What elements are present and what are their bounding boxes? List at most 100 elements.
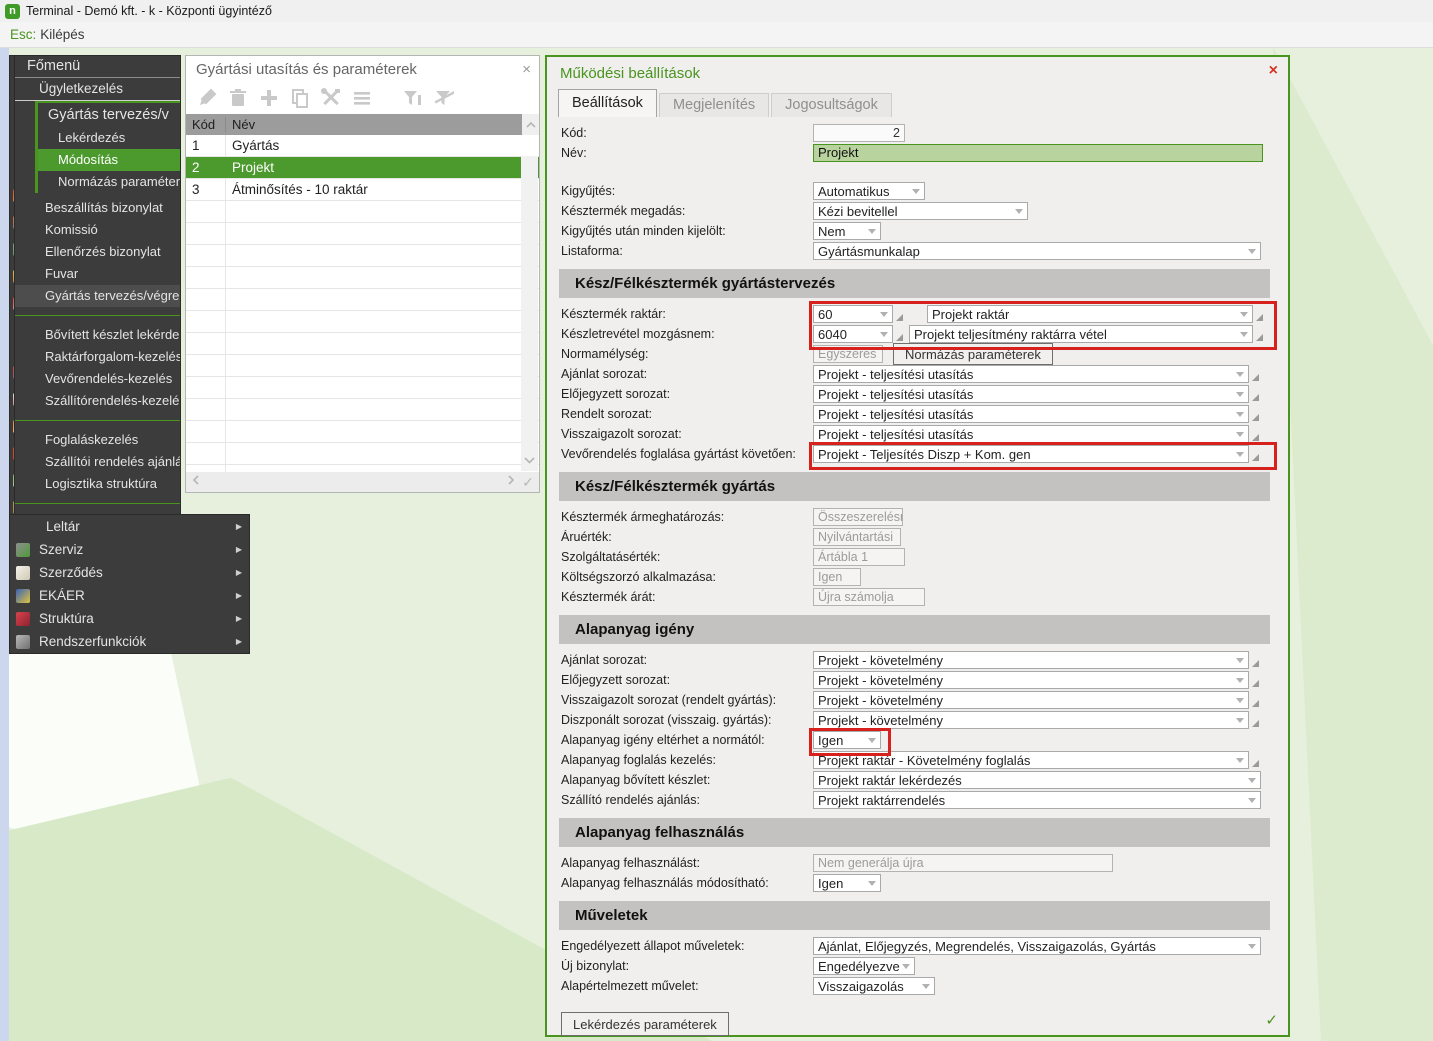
sidebar-item-beszallitas-bizonylat[interactable]: Beszállítás bizonylat <box>15 197 180 219</box>
copy-icon[interactable] <box>289 87 311 109</box>
kod-field: 2 <box>813 124 905 142</box>
kigyujtes-dropdown[interactable]: Automatikus <box>813 182 925 200</box>
field-label: Késztermék ármeghatározás: <box>561 510 813 524</box>
ajanlat-sorozat-dropdown[interactable]: Projekt - teljesítési utasítás <box>813 365 1249 383</box>
uj-bizonylat-dropdown[interactable]: Engedélyezve <box>813 957 915 975</box>
resize-grip-icon[interactable] <box>1252 374 1259 381</box>
listaforma-dropdown[interactable]: Gyártásmunkalap <box>813 242 1261 260</box>
foglalas-kezeles-dropdown[interactable]: Projekt raktár - Követelmény foglalás <box>813 751 1249 769</box>
close-icon[interactable]: × <box>1269 63 1278 79</box>
resize-grip-icon[interactable] <box>1256 314 1263 321</box>
koltsegszorzo-field: Igen <box>813 568 861 586</box>
tab-jogosultsagok[interactable]: Jogosultságok <box>771 93 892 117</box>
resize-grip-icon[interactable] <box>1252 680 1259 687</box>
tab-beallitasok[interactable]: Beállítások <box>558 89 657 117</box>
column-header-kod[interactable]: Kód <box>186 117 226 132</box>
vertical-scrollbar[interactable] <box>521 156 538 471</box>
resize-grip-icon[interactable] <box>1252 660 1259 667</box>
resize-grip-icon[interactable] <box>1252 700 1259 707</box>
sidebar-item-gyartas-tervezes[interactable]: Gyártás tervezés/v <box>38 103 180 127</box>
exit-menu-item[interactable]: Kilépés <box>40 27 84 42</box>
resize-grip-icon[interactable] <box>896 314 903 321</box>
sidebar-item-vevorendeles[interactable]: Vevőrendelés-kezelés <box>15 368 180 390</box>
resize-grip-icon[interactable] <box>1252 414 1259 421</box>
close-icon[interactable]: × <box>522 61 531 78</box>
table-row[interactable]: 3 Átminősítés - 10 raktár <box>186 179 539 201</box>
confirm-check-icon[interactable]: ✓ <box>519 473 537 491</box>
alapanyag-ajanlat-dropdown[interactable]: Projekt - követelmény <box>813 651 1249 669</box>
sidebar-item-gyartas-tervezes-vegrel[interactable]: Gyártás tervezés/végrel <box>15 285 180 307</box>
szallito-rendeles-ajanlas-dropdown[interactable]: Projekt raktárrendelés <box>813 791 1261 809</box>
sidebar-item-szallitorendeles[interactable]: Szállítórendelés-kezelé <box>15 390 180 412</box>
ekaer-icon <box>16 589 30 603</box>
alapanyag-diszponalt-dropdown[interactable]: Projekt - követelmény <box>813 711 1249 729</box>
felhasznalas-modosithato-dropdown[interactable]: Igen <box>813 874 881 892</box>
scroll-up-icon[interactable] <box>522 114 539 135</box>
sidebar-item-ekaer[interactable]: EKÁER ▶ <box>10 584 249 607</box>
sidebar-item-struktura[interactable]: Struktúra ▶ <box>10 607 249 630</box>
kesztermek-megadas-dropdown[interactable]: Kézi bevitellel <box>813 202 1028 220</box>
sidebar-item-raktarforgalom[interactable]: Raktárforgalom-kezelés <box>15 346 180 368</box>
kesztermek-raktar-name-dropdown[interactable]: Projekt raktár <box>927 305 1253 323</box>
resize-grip-icon[interactable] <box>896 334 903 341</box>
filter-icon[interactable] <box>401 87 423 109</box>
sidebar-item-komissio[interactable]: Komissió <box>15 219 180 241</box>
sidebar-item-foglalaskezeles[interactable]: Foglaláskezelés <box>15 429 180 451</box>
sidebar-item-szerviz[interactable]: Szerviz ▶ <box>10 538 249 561</box>
resize-grip-icon[interactable] <box>1252 394 1259 401</box>
nev-input[interactable]: Projekt <box>813 144 1263 162</box>
tools-icon[interactable] <box>320 87 342 109</box>
clear-filter-icon[interactable] <box>432 87 454 109</box>
normazas-parameterek-button[interactable]: Normázás paraméterek <box>893 343 1053 365</box>
table-row-selected[interactable]: 2 Projekt <box>186 157 539 179</box>
resize-grip-icon[interactable] <box>1252 720 1259 727</box>
sidebar-item-lekerdezes[interactable]: Lekérdezés <box>38 127 180 149</box>
sidebar-item-ellenorzes-bizonylat[interactable]: Ellenőrzés bizonylat <box>15 241 180 263</box>
minden-kijelolt-dropdown[interactable]: Nem <box>813 222 881 240</box>
kesztermek-raktar-code-dropdown[interactable]: 60 <box>813 305 893 323</box>
resize-grip-icon[interactable] <box>1252 434 1259 441</box>
allapot-muveletek-dropdown[interactable]: Ajánlat, Előjegyzés, Megrendelés, Vissza… <box>813 937 1261 955</box>
delete-icon[interactable] <box>227 87 249 109</box>
scroll-right-icon[interactable] <box>507 473 515 491</box>
resize-grip-icon[interactable] <box>1256 334 1263 341</box>
alapanyag-elojegyzett-dropdown[interactable]: Projekt - követelmény <box>813 671 1249 689</box>
mozgasnem-code-dropdown[interactable]: 6040 <box>813 325 893 343</box>
sidebar-item-szallitoi-rendeles-ajanlas[interactable]: Szállítói rendelés ajánlá <box>15 451 180 473</box>
sidebar-item-fuvar[interactable]: Fuvar <box>15 263 180 285</box>
rendelt-sorozat-dropdown[interactable]: Projekt - teljesítési utasítás <box>813 405 1249 423</box>
table-row[interactable]: 1 Gyártás <box>186 135 539 157</box>
alapanyag-visszaigazolt-dropdown[interactable]: Projekt - követelmény <box>813 691 1249 709</box>
alapertelmezett-muvelet-dropdown[interactable]: Visszaigazolás <box>813 977 935 995</box>
resize-grip-icon[interactable] <box>1252 454 1259 461</box>
sidebar-item-bovitett-keszlet[interactable]: Bővített készlet lekérde <box>15 324 180 346</box>
sidebar-item-normazas-parameter[interactable]: Normázás paraméter <box>38 171 180 193</box>
column-header-nev[interactable]: Név <box>226 117 522 132</box>
bovitett-keszlet-dropdown[interactable]: Projekt raktár lekérdezés <box>813 771 1261 789</box>
resize-grip-icon[interactable] <box>1252 760 1259 767</box>
sidebar-item-szerzodes[interactable]: Szerződés ▶ <box>10 561 249 584</box>
elojegyzett-sorozat-dropdown[interactable]: Projekt - teljesítési utasítás <box>813 385 1249 403</box>
vevorendeles-foglalasa-dropdown[interactable]: Projekt - Teljesítés Diszp + Kom. gen <box>813 445 1249 463</box>
sidebar-item-ugyletkezeles[interactable]: Ügyletkezelés <box>15 78 180 101</box>
sidebar-item-logisztika-struktura[interactable]: Logisztika struktúra <box>15 473 180 495</box>
tab-megjelenites[interactable]: Megjelenítés <box>659 93 769 117</box>
edit-icon[interactable] <box>196 87 218 109</box>
mozgasnem-name-dropdown[interactable]: Projekt teljesítmény raktárra vétel <box>909 325 1253 343</box>
elterhet-normatol-dropdown[interactable]: Igen <box>813 731 881 749</box>
open-submenu-block: Gyártás tervezés/v Lekérdezés Módosítás … <box>35 101 180 193</box>
sidebar-item-leltar[interactable]: Leltár ▶ <box>10 515 249 538</box>
field-label: Név: <box>561 146 813 160</box>
list-toolbar <box>186 82 539 114</box>
scroll-left-icon[interactable] <box>192 473 200 491</box>
sidebar-item-modositas[interactable]: Módosítás <box>38 149 180 171</box>
sidebar-item-rendszerfunkciok[interactable]: Rendszerfunkciók ▶ <box>10 630 249 653</box>
add-icon[interactable] <box>258 87 280 109</box>
confirm-check-icon[interactable]: ✓ <box>1265 1011 1278 1029</box>
scroll-down-icon[interactable] <box>523 451 536 469</box>
menu-icon[interactable] <box>351 87 373 109</box>
visszaigazolt-sorozat-dropdown[interactable]: Projekt - teljesítési utasítás <box>813 425 1249 443</box>
horizontal-scrollbar[interactable]: ✓ <box>186 472 539 492</box>
field-label: Kód: <box>561 126 813 140</box>
lekerdezes-parameterek-button[interactable]: Lekérdezés paraméterek <box>561 1012 729 1036</box>
